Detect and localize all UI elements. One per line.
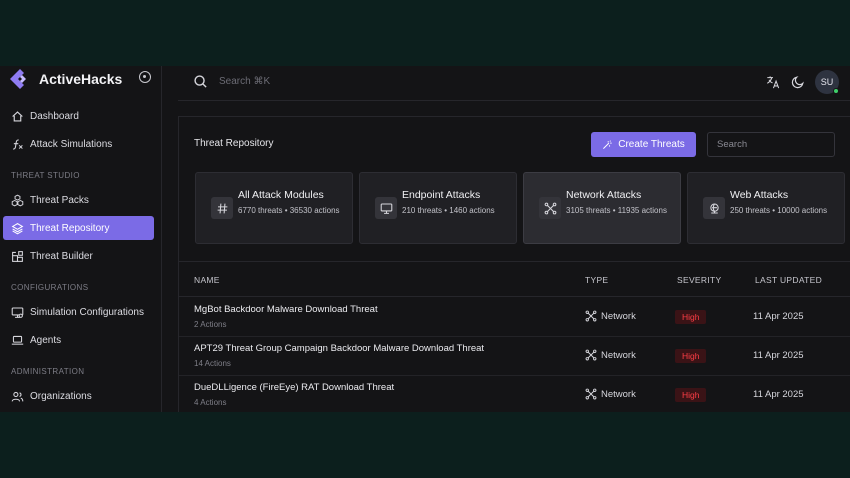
card-title: Endpoint Attacks: [402, 189, 481, 201]
card-icon-wrapper: [211, 197, 233, 219]
card-web-attacks[interactable]: Web Attacks 250 threats • 10000 actions: [687, 172, 845, 244]
section-administration: ADMINISTRATION: [11, 367, 85, 376]
app-window: ActiveHacks Dashboard Attack Simulations…: [0, 66, 850, 412]
network-icon: [585, 388, 597, 400]
table-row[interactable]: DueDLLigence (FireEye) RAT Download Thre…: [179, 376, 850, 412]
last-updated: 11 Apr 2025: [753, 311, 804, 322]
online-status-dot: [833, 88, 839, 94]
repository-search-input[interactable]: Search: [707, 132, 835, 157]
sidebar-item-label: Agents: [30, 334, 62, 346]
sidebar-item-label: Attack Simulations: [30, 138, 113, 150]
threat-repository-panel: Threat Repository Create Threats Search …: [178, 116, 850, 412]
sidebar-item-label: Threat Packs: [30, 194, 89, 206]
section-configurations: CONFIGURATIONS: [11, 283, 89, 292]
table-header: NAME TYPE SEVERITY LAST UPDATED: [179, 261, 850, 297]
card-title: Web Attacks: [730, 189, 789, 201]
brand[interactable]: ActiveHacks: [8, 68, 122, 90]
sidebar-item-label: Dashboard: [30, 110, 79, 122]
sidebar-item-label: Threat Builder: [30, 250, 93, 262]
network-icon: [585, 310, 597, 322]
card-subtitle: 210 threats • 1460 actions: [402, 206, 495, 215]
global-search[interactable]: Search ⌘K: [193, 74, 270, 89]
threat-name[interactable]: MgBot Backdoor Malware Download Threat: [194, 304, 378, 315]
severity-badge: High: [675, 388, 707, 402]
monitor-gear-icon: [11, 307, 24, 318]
sidebar-item-attack-simulations[interactable]: Attack Simulations: [3, 132, 154, 156]
threat-name[interactable]: APT29 Threat Group Campaign Backdoor Mal…: [194, 343, 484, 354]
sidebar-item-threat-repository[interactable]: Threat Repository: [3, 216, 154, 240]
threat-type-label: Network: [601, 310, 636, 322]
sidebar: ActiveHacks Dashboard Attack Simulations…: [0, 66, 162, 412]
threat-actions-count: 2 Actions: [194, 320, 227, 329]
column-header-name[interactable]: NAME: [194, 275, 220, 285]
activehacks-logo-icon: [10, 69, 26, 89]
sidebar-toggle-icon[interactable]: [139, 71, 151, 83]
severity-badge: High: [675, 349, 707, 363]
column-header-type[interactable]: TYPE: [585, 275, 608, 285]
card-title: All Attack Modules: [238, 189, 324, 201]
layers-icon: [11, 222, 24, 234]
global-search-placeholder: Search ⌘K: [219, 76, 271, 87]
sidebar-item-threat-builder[interactable]: Threat Builder: [3, 244, 154, 268]
section-threat-studio: THREAT STUDIO: [11, 171, 80, 180]
card-endpoint-attacks[interactable]: Endpoint Attacks 210 threats • 1460 acti…: [359, 172, 517, 244]
threat-type-label: Network: [601, 388, 636, 400]
laptop-icon: [11, 335, 24, 345]
translate-icon[interactable]: [766, 75, 780, 89]
threat-type: Network: [585, 310, 636, 322]
threat-actions-count: 14 Actions: [194, 359, 231, 368]
last-updated: 11 Apr 2025: [753, 389, 804, 400]
blocks-icon: [12, 250, 23, 262]
table-row[interactable]: APT29 Threat Group Campaign Backdoor Mal…: [179, 337, 850, 376]
users-icon: [11, 391, 24, 402]
sidebar-item-label: Organizations: [30, 390, 92, 402]
sidebar-item-dashboard[interactable]: Dashboard: [3, 104, 154, 128]
last-updated: 11 Apr 2025: [753, 350, 804, 361]
moon-icon[interactable]: [791, 75, 805, 89]
sidebar-item-agents[interactable]: Agents: [3, 328, 154, 352]
network-icon: [544, 202, 556, 214]
table-row[interactable]: MgBot Backdoor Malware Download Threat 2…: [179, 298, 850, 337]
sidebar-item-label: Simulation Configurations: [30, 306, 144, 318]
threat-type-label: Network: [601, 349, 636, 361]
search-icon: [194, 75, 207, 88]
sidebar-item-label: Threat Repository: [30, 222, 110, 234]
wand-icon: [603, 140, 612, 149]
sidebar-item-threat-packs[interactable]: Threat Packs: [3, 188, 154, 212]
column-header-severity[interactable]: SEVERITY: [677, 275, 721, 285]
monitor-icon: [380, 203, 392, 214]
card-subtitle: 250 threats • 10000 actions: [730, 206, 828, 215]
card-title: Network Attacks: [566, 189, 642, 201]
card-icon-wrapper: [539, 197, 561, 219]
severity-badge: High: [675, 310, 707, 324]
threat-type: Network: [585, 388, 636, 400]
sidebar-item-organizations[interactable]: Organizations: [3, 384, 154, 408]
cubes-icon: [11, 194, 24, 206]
globe-icon: [709, 203, 719, 213]
function-icon: [12, 138, 23, 150]
sidebar-item-simulation-configurations[interactable]: Simulation Configurations: [3, 300, 154, 324]
page-title: Threat Repository: [194, 138, 274, 149]
card-subtitle: 6770 threats • 36530 actions: [238, 206, 340, 215]
network-icon: [585, 349, 597, 361]
threat-actions-count: 4 Actions: [194, 398, 227, 407]
card-subtitle: 3105 threats • 11935 actions: [566, 206, 667, 215]
card-icon-wrapper: [703, 197, 725, 219]
threat-type: Network: [585, 349, 636, 361]
home-icon: [12, 110, 23, 122]
brand-name: ActiveHacks: [39, 71, 123, 87]
hash-icon: [217, 203, 227, 213]
card-icon-wrapper: [375, 197, 397, 219]
top-bar: Search ⌘K SU: [178, 66, 850, 101]
threat-name[interactable]: DueDLLigence (FireEye) RAT Download Thre…: [194, 382, 394, 393]
card-network-attacks[interactable]: Network Attacks 3105 threats • 11935 act…: [523, 172, 681, 244]
create-threats-label: Create Threats: [618, 139, 685, 150]
create-threats-button[interactable]: Create Threats: [591, 132, 696, 157]
column-header-last-updated[interactable]: LAST UPDATED: [755, 275, 822, 285]
card-all-attack-modules[interactable]: All Attack Modules 6770 threats • 36530 …: [195, 172, 353, 244]
